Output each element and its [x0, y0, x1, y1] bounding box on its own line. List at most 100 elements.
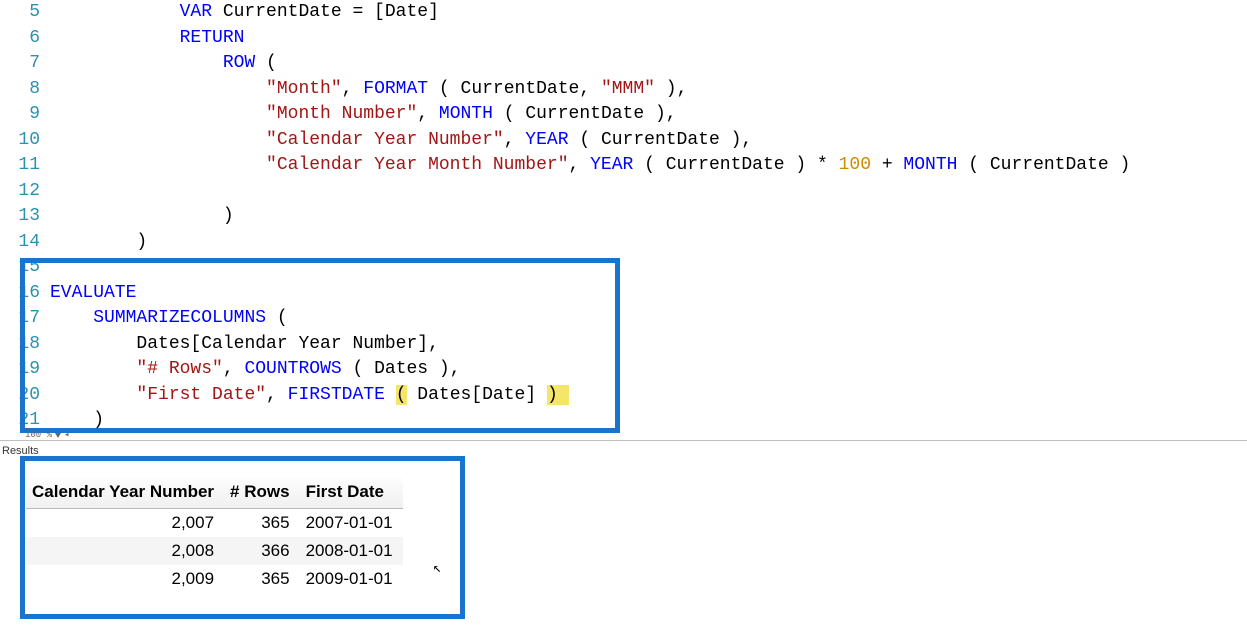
- token-paren: (: [277, 308, 288, 328]
- code-line[interactable]: "Calendar Year Number", YEAR ( CurrentDa…: [50, 128, 1247, 154]
- token-paren: ): [93, 410, 104, 430]
- token-kw-func: FORMAT: [363, 79, 428, 99]
- code-text: *: [806, 155, 838, 175]
- code-text: ,: [266, 385, 288, 405]
- code-text: [385, 385, 396, 405]
- results-column-header[interactable]: # Rows: [224, 478, 300, 509]
- code-line[interactable]: VAR CurrentDate = [Date]: [50, 0, 1247, 26]
- code-line[interactable]: RETURN: [50, 26, 1247, 52]
- token-paren: (: [352, 359, 363, 379]
- code-text: [255, 53, 266, 73]
- token-paren: ): [666, 79, 677, 99]
- panel-divider[interactable]: [0, 440, 1247, 441]
- line-number: 12: [0, 179, 40, 205]
- line-number: 17: [0, 306, 40, 332]
- code-line[interactable]: ): [50, 408, 1247, 434]
- code-text: ,: [504, 130, 526, 150]
- token-str: "Calendar Year Number": [266, 130, 504, 150]
- table-row[interactable]: 2,0073652007-01-01: [26, 509, 403, 538]
- token-paren: (: [968, 155, 979, 175]
- code-line[interactable]: "First Date", FIRSTDATE ( Dates[Date] ): [50, 383, 1247, 409]
- token-paren: ): [1120, 155, 1131, 175]
- token-paren: ): [731, 130, 742, 150]
- line-number: 7: [0, 51, 40, 77]
- code-text: [50, 410, 93, 430]
- token-kw-func: FIRSTDATE: [288, 385, 385, 405]
- code-line[interactable]: SUMMARIZECOLUMNS (: [50, 306, 1247, 332]
- table-cell: 2009-01-01: [300, 565, 403, 593]
- code-line[interactable]: EVALUATE: [50, 281, 1247, 307]
- code-line[interactable]: ): [50, 230, 1247, 256]
- results-header-row: Calendar Year Number# RowsFirst Date: [26, 478, 403, 509]
- line-number: 9: [0, 102, 40, 128]
- code-text: [569, 130, 580, 150]
- code-line[interactable]: "Month Number", MONTH ( CurrentDate ),: [50, 102, 1247, 128]
- line-number-gutter: 56789101112131415161718192021: [0, 0, 50, 434]
- table-cell: 365: [224, 565, 300, 593]
- table-cell: 365: [224, 509, 300, 538]
- code-text: [50, 232, 136, 252]
- code-text: ,: [677, 79, 688, 99]
- token-str: "MMM": [601, 79, 655, 99]
- code-text: [50, 130, 266, 150]
- token-str: "First Date": [136, 385, 266, 405]
- code-text: CurrentDate = [Date]: [212, 2, 439, 22]
- code-text: [493, 104, 504, 124]
- code-line[interactable]: Dates[Calendar Year Number],: [50, 332, 1247, 358]
- code-editor[interactable]: 56789101112131415161718192021 VAR Curren…: [0, 0, 1247, 434]
- line-number: 20: [0, 383, 40, 409]
- token-kw-func: ROW: [223, 53, 255, 73]
- code-line[interactable]: ROW (: [50, 51, 1247, 77]
- token-paren: ): [223, 206, 234, 226]
- zoom-indicator[interactable]: 100 % ◂: [25, 430, 69, 440]
- line-number: 10: [0, 128, 40, 154]
- token-paren: ): [439, 359, 450, 379]
- token-num: 100: [839, 155, 871, 175]
- code-text: CurrentDate,: [450, 79, 601, 99]
- code-line[interactable]: "Calendar Year Month Number", YEAR ( Cur…: [50, 153, 1247, 179]
- code-line[interactable]: [50, 255, 1247, 281]
- code-text: ,: [223, 359, 245, 379]
- table-row[interactable]: 2,0083662008-01-01: [26, 537, 403, 565]
- code-line[interactable]: "# Rows", COUNTROWS ( Dates ),: [50, 357, 1247, 383]
- table-cell: 2,008: [26, 537, 224, 565]
- code-area[interactable]: VAR CurrentDate = [Date] RETURN ROW ( "M…: [50, 0, 1247, 434]
- token-str: "# Rows": [136, 359, 222, 379]
- table-cell: 2,009: [26, 565, 224, 593]
- token-paren: (: [504, 104, 515, 124]
- code-text: [655, 79, 666, 99]
- code-text: [50, 206, 223, 226]
- token-kw-func: SUMMARIZECOLUMNS: [93, 308, 266, 328]
- code-text: ,: [741, 130, 752, 150]
- table-cell: 2007-01-01: [300, 509, 403, 538]
- token-paren: (: [439, 79, 450, 99]
- code-text: [428, 79, 439, 99]
- token-kw-func: MONTH: [903, 155, 957, 175]
- code-text: [633, 155, 644, 175]
- code-text: [50, 28, 180, 48]
- code-line[interactable]: ): [50, 204, 1247, 230]
- zoom-label: 100 %: [25, 430, 52, 440]
- code-text: Dates[Calendar Year Number],: [136, 334, 438, 354]
- chevron-down-icon: [55, 433, 61, 438]
- line-number: 15: [0, 255, 40, 281]
- line-number: 16: [0, 281, 40, 307]
- table-row[interactable]: 2,0093652009-01-01: [26, 565, 403, 593]
- results-column-header[interactable]: First Date: [300, 478, 403, 509]
- token-str: "Calendar Year Month Number": [266, 155, 568, 175]
- table-cell: 2,007: [26, 509, 224, 538]
- results-column-header[interactable]: Calendar Year Number: [26, 478, 224, 509]
- code-text: [342, 359, 353, 379]
- line-number: 8: [0, 77, 40, 103]
- results-table[interactable]: Calendar Year Number# RowsFirst Date 2,0…: [26, 478, 403, 593]
- line-number: 5: [0, 0, 40, 26]
- line-number: 18: [0, 332, 40, 358]
- code-text: ,: [417, 104, 439, 124]
- code-text: [50, 308, 93, 328]
- code-line[interactable]: "Month", FORMAT ( CurrentDate, "MMM" ),: [50, 77, 1247, 103]
- code-text: Dates[Date]: [407, 385, 547, 405]
- token-kw-eval: EVALUATE: [50, 283, 136, 303]
- code-line[interactable]: [50, 179, 1247, 205]
- code-text: [50, 2, 180, 22]
- token-kw-func: YEAR: [525, 130, 568, 150]
